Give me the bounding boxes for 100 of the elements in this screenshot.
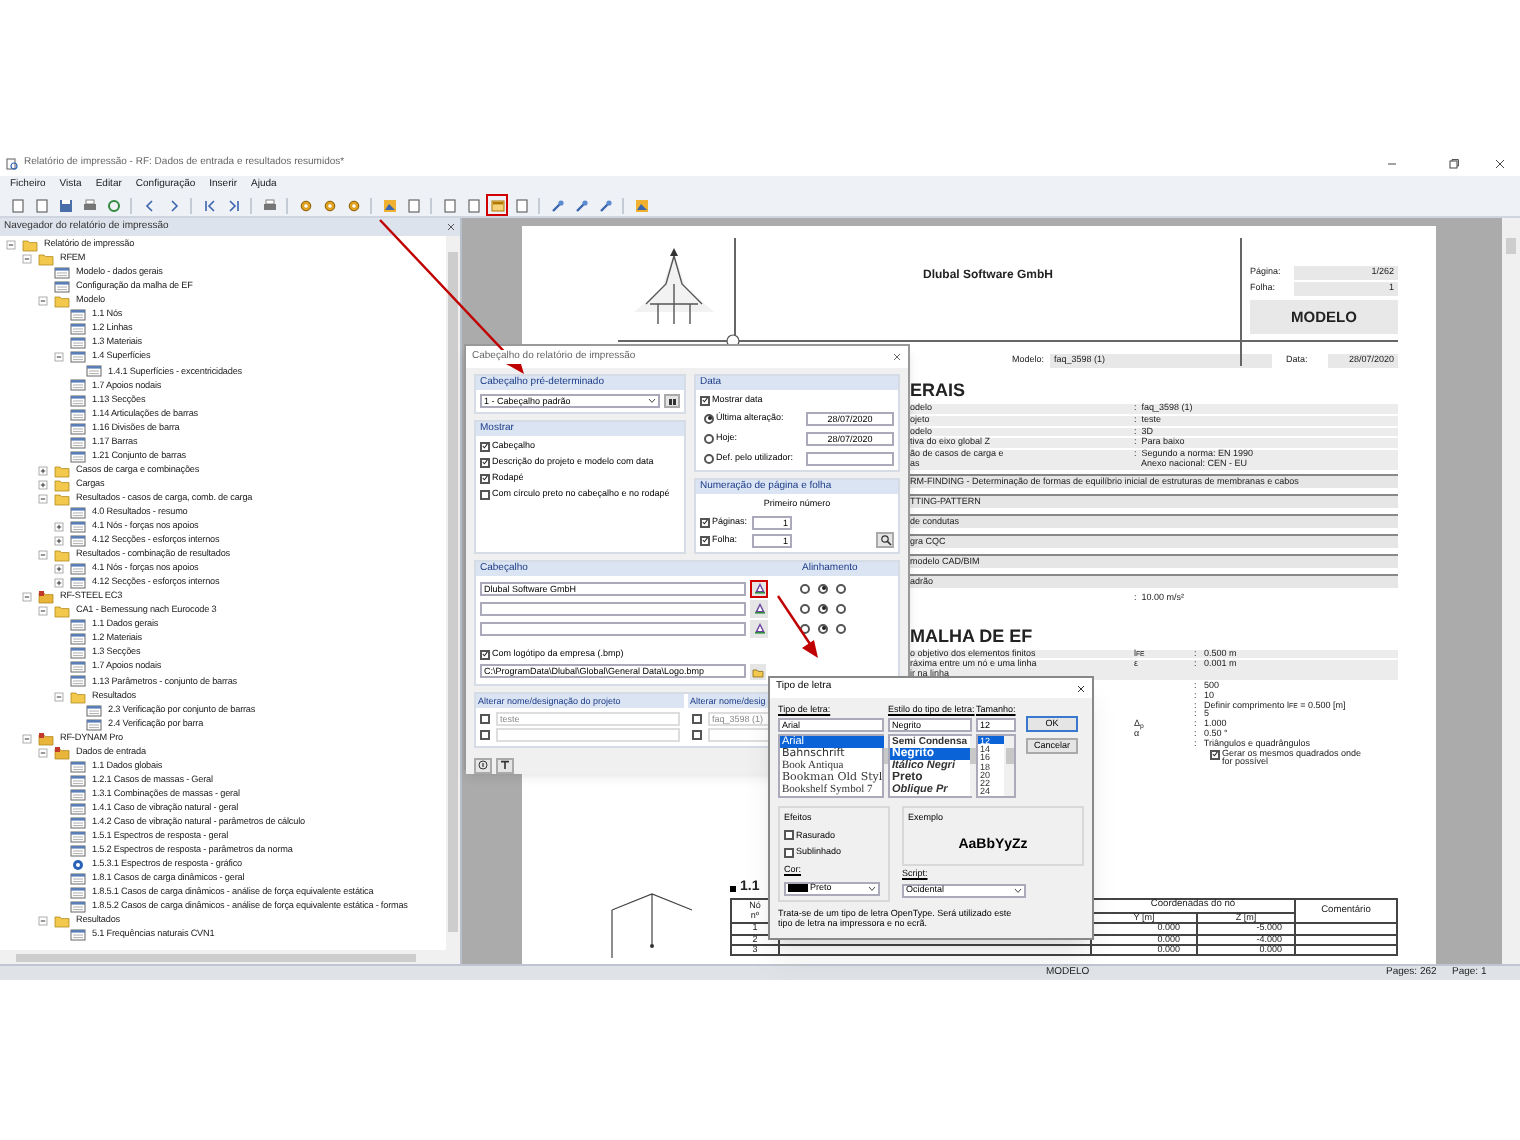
- close-icon: [892, 352, 902, 362]
- arrow-first-icon: [201, 197, 217, 213]
- folder-icon: [54, 294, 70, 309]
- expand-toggle-icon[interactable]: [38, 465, 48, 476]
- arrow-last-icon: [225, 197, 241, 213]
- font-letter-icon: [753, 602, 765, 615]
- checkbox[interactable]: [480, 489, 490, 499]
- expand-toggle-icon[interactable]: [54, 564, 64, 575]
- restore-icon: [1448, 158, 1460, 170]
- save-icon: [57, 197, 73, 213]
- checkbox[interactable]: [1210, 749, 1220, 760]
- toolbar-button[interactable]: [30, 194, 52, 216]
- collapse-toggle-icon[interactable]: [38, 493, 48, 504]
- toolbar-button[interactable]: [102, 194, 124, 216]
- search-icon: [879, 533, 891, 546]
- date-field[interactable]: [806, 451, 894, 465]
- toolbar-button[interactable]: [510, 194, 532, 216]
- chevron-down-icon: [1014, 887, 1022, 893]
- tool-icon: [597, 197, 613, 213]
- collapse-toggle-icon[interactable]: [54, 691, 64, 702]
- radio-button[interactable]: [704, 453, 714, 463]
- font-letter-icon: [753, 622, 765, 635]
- collapse-toggle-icon[interactable]: [38, 296, 48, 307]
- expand-toggle-icon[interactable]: [54, 536, 64, 546]
- collapse-toggle-icon[interactable]: [38, 550, 48, 561]
- image-icon: [633, 197, 649, 213]
- checkbox[interactable]: [480, 473, 490, 483]
- collapse-toggle-icon[interactable]: [22, 254, 32, 265]
- radio-button[interactable]: [800, 583, 810, 594]
- text-field[interactable]: [480, 601, 746, 616]
- header-icon: [489, 197, 505, 213]
- font-letter-icon: [753, 582, 765, 595]
- scrollbar[interactable]: [1004, 735, 1014, 796]
- folder-icon: [54, 548, 70, 563]
- books-icon: [667, 397, 677, 405]
- print-icon: [261, 197, 277, 213]
- checkbox[interactable]: [480, 649, 490, 660]
- radio-button[interactable]: [704, 433, 714, 443]
- checkbox[interactable]: [480, 441, 490, 451]
- radio-button[interactable]: [800, 623, 810, 634]
- collapse-toggle-icon[interactable]: [38, 916, 48, 927]
- text-field[interactable]: [480, 621, 746, 636]
- section-heading: MALHA DE EF: [910, 625, 1035, 646]
- checkbox[interactable]: [784, 848, 794, 859]
- toolbar-button[interactable]: [486, 194, 508, 216]
- tool-icon: [549, 197, 565, 213]
- toolbar-button[interactable]: [258, 194, 280, 216]
- expand-toggle-icon[interactable]: [38, 479, 48, 490]
- chevron-down-icon: [868, 885, 876, 892]
- arrow-right-icon: [165, 197, 181, 213]
- browse-button[interactable]: [750, 663, 766, 679]
- toolbar-button[interactable]: [6, 194, 28, 216]
- page-icon: [513, 197, 529, 213]
- expand-toggle-icon[interactable]: [54, 521, 64, 532]
- checkbox[interactable]: [700, 535, 710, 546]
- radio-button[interactable]: [800, 603, 810, 614]
- chevron-down-icon: [648, 398, 656, 404]
- help-button[interactable]: [474, 757, 492, 773]
- app-icon: [6, 158, 18, 170]
- radio-button[interactable]: [818, 623, 828, 634]
- toolbar-button[interactable]: [462, 194, 484, 216]
- scrollbar[interactable]: [1502, 218, 1520, 964]
- radio-button[interactable]: [704, 413, 714, 423]
- checkbox[interactable]: [700, 395, 710, 405]
- expand-toggle-icon[interactable]: [54, 578, 64, 589]
- library-button[interactable]: [664, 394, 680, 408]
- collapse-toggle-icon[interactable]: [22, 733, 32, 744]
- collapse-toggle-icon[interactable]: [38, 606, 48, 617]
- toolbar-button[interactable]: [78, 194, 100, 216]
- radio-button[interactable]: [818, 603, 828, 614]
- checkbox[interactable]: [784, 830, 794, 841]
- toolbar-button[interactable]: [438, 194, 460, 216]
- collapse-toggle-icon[interactable]: [54, 352, 64, 363]
- toolbar-button[interactable]: [378, 194, 400, 216]
- radio-button[interactable]: [836, 623, 846, 634]
- font-button[interactable]: [750, 579, 768, 598]
- text-icon: [500, 760, 510, 770]
- radio-button[interactable]: [836, 603, 846, 614]
- print-icon: [81, 197, 97, 213]
- arrow-left-icon: [141, 197, 157, 213]
- page-icon: [405, 197, 421, 213]
- section-heading: ERAIS: [910, 380, 968, 400]
- toolbar-button[interactable]: [54, 194, 76, 216]
- toolbar-button[interactable]: [630, 194, 652, 216]
- scrollbar[interactable]: [0, 950, 460, 964]
- text-button[interactable]: [496, 757, 514, 773]
- collapse-toggle-icon[interactable]: [6, 240, 16, 251]
- info-icon: [478, 760, 488, 770]
- radio-button[interactable]: [836, 583, 846, 594]
- folder-icon: [54, 914, 70, 929]
- scrollbar[interactable]: [446, 236, 460, 950]
- collapse-toggle-icon[interactable]: [38, 747, 48, 758]
- radio-button[interactable]: [818, 583, 828, 594]
- disc-icon: [70, 858, 86, 873]
- collapse-toggle-icon[interactable]: [22, 592, 32, 603]
- folder-icon: [70, 689, 86, 704]
- checkbox[interactable]: [700, 517, 710, 528]
- preview-button[interactable]: [876, 531, 894, 548]
- toolbar-button[interactable]: [402, 194, 424, 216]
- checkbox[interactable]: [480, 457, 490, 467]
